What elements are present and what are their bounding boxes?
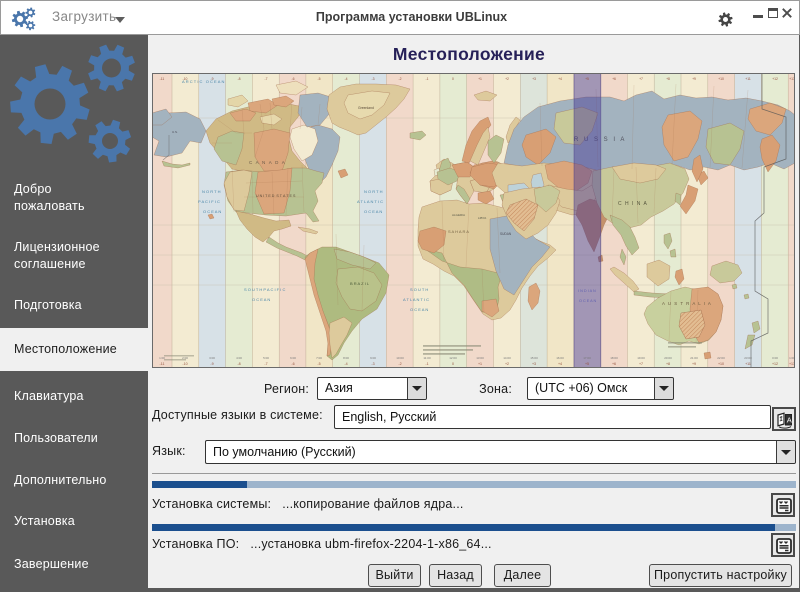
svg-text:16:00: 16:00 (556, 356, 564, 360)
svg-text:+8: +8 (666, 362, 670, 366)
svg-text:U.S.: U.S. (172, 130, 178, 134)
svg-text:17:00: 17:00 (583, 356, 591, 360)
svg-text:N O R T H: N O R T H (202, 189, 221, 194)
svg-text:-4: -4 (344, 362, 347, 366)
svg-text:-8: -8 (237, 362, 240, 366)
svg-text:O C E A N: O C E A N (410, 307, 428, 312)
svg-text:-2: -2 (398, 362, 401, 366)
svg-text:8:00: 8:00 (343, 356, 349, 360)
svg-text:O C E A N: O C E A N (364, 209, 382, 214)
svg-text:+11: +11 (745, 77, 751, 81)
svg-text:+11: +11 (745, 362, 751, 366)
svg-text:13:00: 13:00 (476, 356, 484, 360)
svg-text:-4: -4 (344, 77, 347, 81)
svg-text:+6: +6 (612, 362, 616, 366)
svg-text:N O R T H: N O R T H (364, 189, 383, 194)
svg-text:2:00: 2:00 (182, 356, 188, 360)
svg-text:SUDAN: SUDAN (500, 232, 512, 236)
svg-text:+4: +4 (558, 77, 562, 81)
svg-text:22:00: 22:00 (717, 356, 725, 360)
svg-text:-9: -9 (210, 77, 213, 81)
svg-text:20:00: 20:00 (664, 356, 672, 360)
svg-text:-6: -6 (291, 77, 294, 81)
svg-text:O C E A N: O C E A N (203, 209, 221, 214)
svg-text:A: A (787, 416, 792, 425)
svg-text:-8: -8 (237, 77, 240, 81)
svg-text:C A N A D A: C A N A D A (249, 160, 286, 165)
svg-text:+1: +1 (478, 77, 482, 81)
svg-text:-10: -10 (182, 362, 187, 366)
svg-text:+9: +9 (692, 362, 696, 366)
svg-text:5:00: 5:00 (263, 356, 269, 360)
svg-text:A R C T I C O C E A N: A R C T I C O C E A N (182, 79, 225, 84)
svg-text:+12: +12 (772, 362, 778, 366)
svg-text:+10: +10 (718, 362, 724, 366)
svg-text:LIBYA: LIBYA (478, 216, 486, 220)
svg-text:-1: -1 (425, 362, 428, 366)
svg-text:U N I T E D S T A T E S: U N I T E D S T A T E S (256, 194, 296, 198)
svg-text:P A C I F I C: P A C I F I C (198, 199, 220, 204)
svg-text:0: 0 (452, 77, 454, 81)
svg-text:B R A Z I L: B R A Z I L (350, 281, 370, 286)
svg-text:Greenland: Greenland (358, 106, 374, 110)
svg-text:O C E A N: O C E A N (252, 297, 270, 302)
svg-text:A T L A N T I C: A T L A N T I C (357, 199, 383, 204)
svg-text:7:00: 7:00 (316, 356, 322, 360)
svg-text:S O U T H P A C I F I C: S O U T H P A C I F I C (244, 287, 285, 292)
svg-text:4:00: 4:00 (236, 356, 242, 360)
svg-text:-11: -11 (160, 362, 165, 366)
svg-text:+9: +9 (692, 77, 696, 81)
svg-text:A T L A N T I C: A T L A N T I C (403, 297, 429, 302)
svg-text:14:00: 14:00 (503, 356, 511, 360)
svg-text:12:00: 12:00 (449, 356, 457, 360)
svg-text:-5: -5 (317, 362, 320, 366)
svg-text:+6: +6 (612, 77, 616, 81)
svg-text:A U S T R A L I A: A U S T R A L I A (662, 301, 712, 306)
svg-text:3:00: 3:00 (209, 356, 215, 360)
svg-text:1:00: 1:00 (159, 356, 165, 360)
svg-text:-5: -5 (317, 77, 320, 81)
svg-text:+12: +12 (772, 77, 778, 81)
svg-text:+2: +2 (505, 77, 509, 81)
svg-text:0: 0 (452, 362, 454, 366)
svg-text:S O U T H: S O U T H (410, 287, 428, 292)
svg-text:+8: +8 (666, 77, 670, 81)
svg-text:+5: +5 (585, 77, 589, 81)
svg-text:+1: +1 (478, 362, 482, 366)
svg-text:+4: +4 (558, 362, 562, 366)
svg-text:S A H A R A: S A H A R A (448, 229, 469, 234)
svg-text:-10: -10 (183, 77, 188, 81)
svg-text:ALGERIA: ALGERIA (452, 213, 465, 217)
svg-text:-6: -6 (291, 362, 294, 366)
svg-text:-3: -3 (371, 362, 374, 366)
svg-text:+2: +2 (505, 362, 509, 366)
svg-text:C H I N A: C H I N A (618, 201, 648, 207)
svg-text:+5: +5 (585, 362, 589, 366)
svg-text:21:00: 21:00 (690, 356, 698, 360)
svg-text:6:00: 6:00 (290, 356, 296, 360)
svg-text:-7: -7 (264, 362, 267, 366)
svg-text:0:00: 0:00 (772, 356, 778, 360)
svg-text:+3: +3 (532, 77, 536, 81)
svg-text:15:00: 15:00 (530, 356, 538, 360)
svg-text:-1: -1 (425, 77, 428, 81)
svg-text:18:00: 18:00 (610, 356, 618, 360)
svg-text:+7: +7 (639, 362, 643, 366)
svg-text:-2: -2 (398, 77, 401, 81)
svg-text:9:00: 9:00 (370, 356, 376, 360)
svg-text:-3: -3 (371, 77, 374, 81)
svg-text:-11: -11 (160, 77, 165, 81)
svg-text:+10: +10 (718, 77, 724, 81)
svg-text:+3: +3 (532, 362, 536, 366)
svg-text:-9: -9 (210, 362, 213, 366)
svg-text:11:00: 11:00 (423, 356, 431, 360)
svg-text:10:00: 10:00 (396, 356, 404, 360)
svg-text:-7: -7 (264, 77, 267, 81)
svg-text:23:00: 23:00 (744, 356, 752, 360)
svg-text:+7: +7 (639, 77, 643, 81)
svg-text:19:00: 19:00 (637, 356, 645, 360)
